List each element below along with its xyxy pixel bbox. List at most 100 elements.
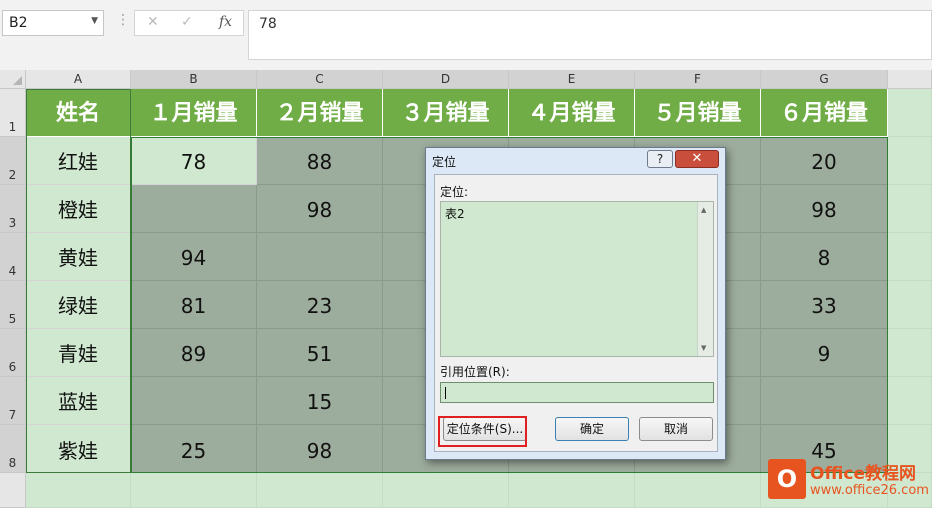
watermark-url: www.office26.com: [810, 483, 929, 498]
row-header[interactable]: 2: [0, 137, 26, 185]
name-cell[interactable]: 青娃: [26, 329, 131, 377]
empty-cell[interactable]: [635, 473, 761, 508]
table-cell[interactable]: 25: [131, 425, 257, 473]
empty-cell[interactable]: [131, 473, 257, 508]
name-box[interactable]: B2 ▼: [2, 10, 104, 36]
more-icon[interactable]: ⋮: [116, 12, 130, 28]
cancel-icon[interactable]: ✕: [147, 14, 159, 30]
column-header[interactable]: B: [131, 70, 257, 89]
dialog-title: 定位: [432, 155, 457, 169]
column-header[interactable]: [888, 70, 932, 89]
empty-cell[interactable]: [888, 89, 932, 137]
header-cell[interactable]: ４月销量: [509, 89, 635, 137]
column-header[interactable]: C: [257, 70, 383, 89]
table-cell[interactable]: 81: [131, 281, 257, 329]
goto-listbox[interactable]: 表2 ▲ ▼: [440, 201, 714, 357]
formula-buttons: ✕ ✓ fx: [134, 10, 244, 36]
name-cell[interactable]: 红娃: [26, 137, 131, 185]
goto-dialog: 定位 ? ✕ 定位: 表2 ▲ ▼ 引用位置(R): 定位条件(S)... 确定…: [425, 147, 726, 460]
name-cell[interactable]: 蓝娃: [26, 377, 131, 425]
empty-cell[interactable]: [383, 473, 509, 508]
row-number: 2: [8, 168, 17, 182]
column-header[interactable]: D: [383, 70, 509, 89]
scroll-up-icon[interactable]: ▲: [701, 206, 706, 214]
empty-cell[interactable]: [257, 473, 383, 508]
empty-cell[interactable]: [888, 185, 932, 233]
table-cell[interactable]: 94: [131, 233, 257, 281]
row-header[interactable]: 4: [0, 233, 26, 281]
list-item[interactable]: 表2: [445, 205, 465, 222]
chevron-down-icon[interactable]: ▼: [91, 16, 98, 26]
watermark-title: Office教程网: [810, 464, 917, 484]
header-cell[interactable]: ６月销量: [761, 89, 888, 137]
reference-input[interactable]: [440, 382, 714, 403]
text-caret: [445, 387, 446, 399]
table-cell[interactable]: 20: [761, 137, 888, 185]
table-cell[interactable]: [761, 377, 888, 425]
scroll-down-icon[interactable]: ▼: [701, 344, 706, 352]
row-header[interactable]: 3: [0, 185, 26, 233]
close-icon[interactable]: ✕: [675, 150, 719, 168]
table-cell[interactable]: 33: [761, 281, 888, 329]
help-icon[interactable]: ?: [647, 150, 673, 168]
table-cell[interactable]: 51: [257, 329, 383, 377]
office-logo-icon: O: [768, 459, 806, 499]
table-cell[interactable]: [257, 233, 383, 281]
name-cell[interactable]: 橙娃: [26, 185, 131, 233]
column-header[interactable]: E: [509, 70, 635, 89]
row-number: 8: [8, 456, 17, 470]
row-number: 6: [8, 360, 17, 374]
row-header[interactable]: 8: [0, 425, 26, 473]
select-all-button[interactable]: [0, 70, 26, 89]
table-cell[interactable]: [131, 185, 257, 233]
empty-cell[interactable]: [888, 377, 932, 425]
cancel-button[interactable]: 取消: [639, 417, 713, 441]
row-number: 4: [8, 264, 17, 278]
name-cell[interactable]: 黄娃: [26, 233, 131, 281]
name-box-value: B2: [9, 15, 28, 31]
row-header[interactable]: 7: [0, 377, 26, 425]
table-cell[interactable]: 78: [131, 137, 257, 185]
header-cell[interactable]: ５月销量: [635, 89, 761, 137]
name-cell[interactable]: 紫娃: [26, 425, 131, 473]
enter-icon[interactable]: ✓: [181, 14, 193, 30]
empty-cell[interactable]: [888, 329, 932, 377]
table-cell[interactable]: 8: [761, 233, 888, 281]
column-header[interactable]: A: [26, 70, 131, 89]
row-header[interactable]: 5: [0, 281, 26, 329]
empty-cell[interactable]: [888, 281, 932, 329]
table-cell[interactable]: 98: [257, 425, 383, 473]
table-cell[interactable]: [131, 377, 257, 425]
header-cell[interactable]: １月销量: [131, 89, 257, 137]
row-header[interactable]: [0, 473, 26, 508]
empty-cell[interactable]: [888, 137, 932, 185]
insert-function-icon[interactable]: fx: [219, 14, 232, 30]
table-cell[interactable]: 15: [257, 377, 383, 425]
excel-window: B2 ▼ ⋮ ✕ ✓ fx 78 ABCDEFG 12345678 姓名 １月销量…: [0, 0, 932, 508]
row-number: 7: [8, 408, 17, 422]
watermark: O Office教程网 www.office26.com: [768, 459, 932, 503]
empty-cell[interactable]: [888, 233, 932, 281]
table-cell[interactable]: 98: [257, 185, 383, 233]
ok-button[interactable]: 确定: [555, 417, 629, 441]
row-header[interactable]: 1: [0, 89, 26, 137]
table-cell[interactable]: 89: [131, 329, 257, 377]
table-cell[interactable]: 23: [257, 281, 383, 329]
header-cell[interactable]: ２月销量: [257, 89, 383, 137]
table-cell[interactable]: 9: [761, 329, 888, 377]
table-cell[interactable]: 88: [257, 137, 383, 185]
column-header[interactable]: F: [635, 70, 761, 89]
row-number: 3: [8, 216, 17, 230]
header-cell[interactable]: ３月销量: [383, 89, 509, 137]
row-number: 5: [8, 312, 17, 326]
name-cell[interactable]: 绿娃: [26, 281, 131, 329]
column-header[interactable]: G: [761, 70, 888, 89]
header-cell[interactable]: 姓名: [26, 89, 131, 137]
empty-cell[interactable]: [26, 473, 131, 508]
empty-cell[interactable]: [509, 473, 635, 508]
row-header[interactable]: 6: [0, 329, 26, 377]
vertical-scrollbar[interactable]: ▲ ▼: [697, 202, 713, 356]
formula-input[interactable]: 78: [248, 10, 932, 60]
table-cell[interactable]: 98: [761, 185, 888, 233]
special-button[interactable]: 定位条件(S)...: [443, 417, 527, 441]
